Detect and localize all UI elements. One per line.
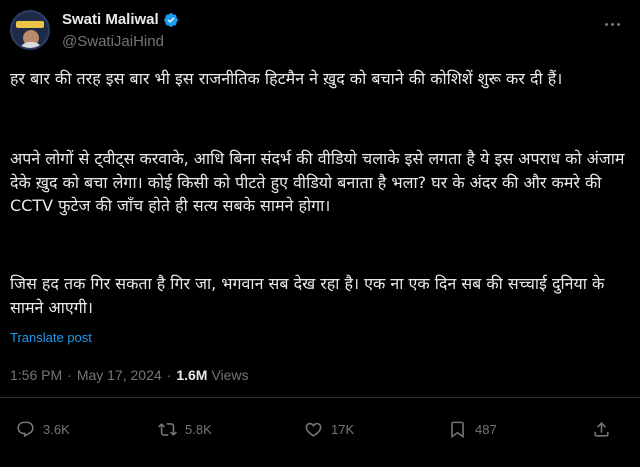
meta-separator: ·	[67, 367, 72, 383]
action-bar: 3.6K 5.8K 17K 487	[0, 412, 640, 446]
retweet-button[interactable]: 5.8K	[158, 412, 212, 446]
tweet-paragraph-3: जिस हद तक गिर सकता है गिर जा, भगवान सब द…	[10, 274, 605, 317]
divider	[0, 397, 640, 398]
retweet-count: 5.8K	[185, 421, 212, 437]
more-icon[interactable]	[598, 10, 626, 38]
views-count[interactable]: 1.6M	[176, 367, 207, 383]
bookmark-count: 487	[475, 421, 497, 437]
name-row: Swati Maliwal	[62, 11, 179, 28]
author-handle[interactable]: @SwatiJaiHind	[62, 33, 164, 50]
bookmark-icon	[451, 421, 464, 438]
avatar-body	[18, 42, 44, 48]
avatar[interactable]	[10, 10, 50, 50]
share-icon	[594, 421, 609, 437]
translate-post-link[interactable]: Translate post	[10, 330, 92, 345]
avatar-banner	[16, 21, 44, 28]
tweet-date[interactable]: May 17, 2024	[77, 367, 162, 383]
bookmark-button[interactable]: 487	[448, 412, 497, 446]
like-count: 17K	[331, 421, 355, 437]
retweet-icon	[158, 422, 177, 436]
reply-icon	[17, 421, 34, 437]
like-icon	[305, 422, 322, 437]
like-button[interactable]: 17K	[304, 412, 354, 446]
tweet-card: Swati Maliwal @SwatiJaiHind हर बार की तर…	[0, 0, 640, 467]
tweet-header: Swati Maliwal @SwatiJaiHind	[8, 8, 630, 56]
reply-button[interactable]: 3.6K	[16, 412, 70, 446]
tweet-meta: 1:56 PM · May 17, 2024 · 1.6M Views	[10, 367, 249, 383]
tweet-paragraph-1: हर बार की तरह इस बार भी इस राजनीतिक हिटम…	[10, 69, 563, 88]
tweet-paragraph-2: अपने लोगों से ट्वीट्स करवाके, आधि बिना स…	[10, 149, 625, 215]
meta-separator: ·	[166, 367, 172, 383]
verified-badge-icon	[163, 12, 178, 27]
author-display-name[interactable]: Swati Maliwal	[62, 11, 159, 28]
reply-count: 3.6K	[43, 421, 70, 437]
share-button[interactable]	[592, 412, 611, 446]
more-dot	[604, 22, 608, 26]
more-dot	[610, 22, 614, 26]
views-label: Views	[211, 367, 249, 383]
tweet-time[interactable]: 1:56 PM	[10, 367, 62, 383]
more-dot	[616, 22, 620, 26]
